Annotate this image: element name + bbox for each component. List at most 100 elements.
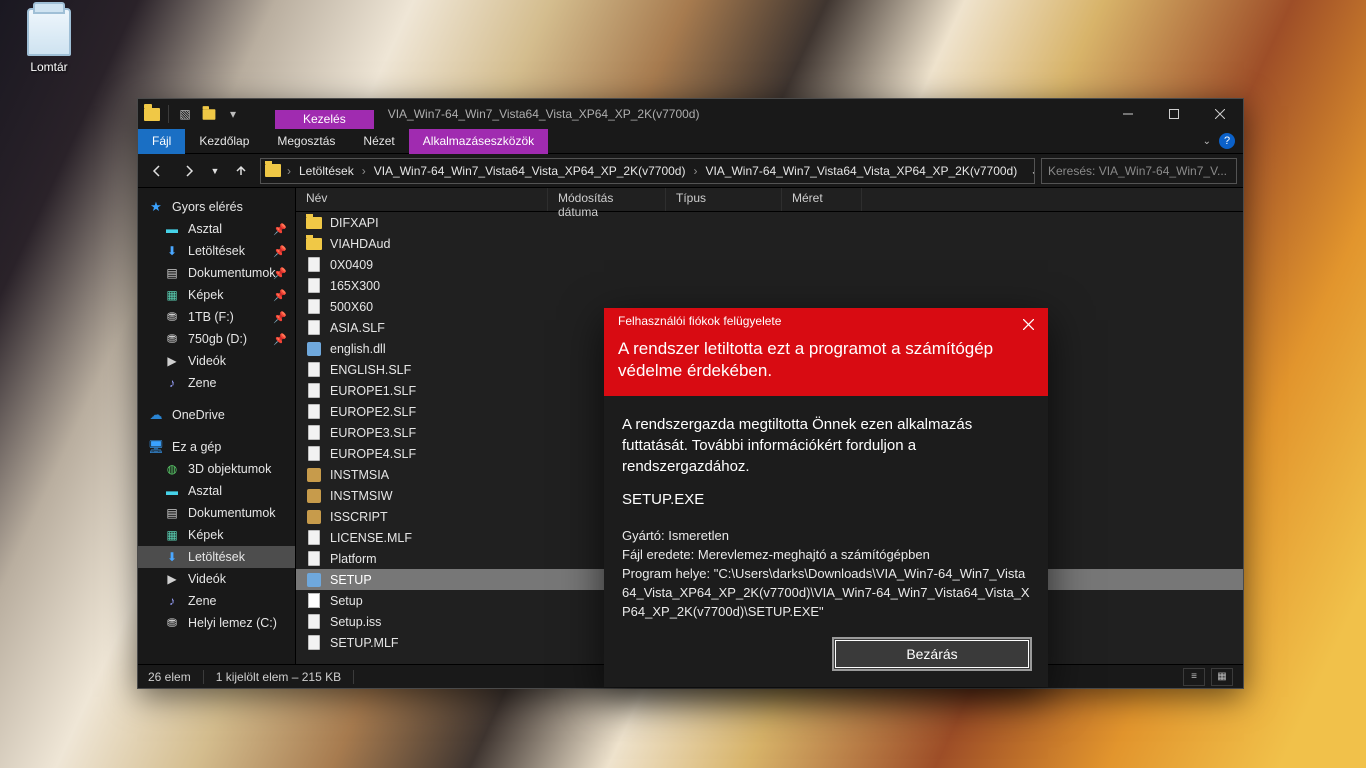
recycle-bin-label: Lomtár <box>12 60 86 74</box>
sidebar-item[interactable]: ▤Dokumentumok <box>138 502 295 524</box>
video-icon: ▶ <box>164 353 180 369</box>
maximize-button[interactable] <box>1151 99 1197 129</box>
tab-apptools[interactable]: Alkalmazáseszközök <box>409 129 548 154</box>
breadcrumb[interactable]: VIA_Win7-64_Win7_Vista64_Vista_XP64_XP_2… <box>701 164 1021 178</box>
sidebar-group-header[interactable]: ★Gyors elérés <box>138 196 295 218</box>
tab-view[interactable]: Nézet <box>349 129 408 154</box>
desktop-icon-recycle-bin[interactable]: Lomtár <box>12 8 86 74</box>
sidebar-item-label: 750gb (D:) <box>188 332 247 346</box>
sidebar-item-label: 1TB (F:) <box>188 310 234 324</box>
ribbon-collapse-icon[interactable]: ⌄ <box>1203 136 1211 147</box>
sidebar-item[interactable]: ♪Zene <box>138 590 295 612</box>
folder-icon <box>306 215 322 231</box>
ribbon-tabs: Fájl Kezdőlap Megosztás Nézet Alkalmazás… <box>138 129 1243 154</box>
file-name: Platform <box>330 552 377 566</box>
chevron-right-icon[interactable]: › <box>693 164 697 178</box>
sidebar-group-header[interactable]: ☁OneDrive <box>138 404 295 426</box>
qat-dropdown-icon[interactable]: ▾ <box>225 106 241 122</box>
qat-newfolder-icon[interactable] <box>201 106 217 122</box>
file-icon <box>306 551 322 567</box>
cloud-icon: ☁ <box>148 407 164 423</box>
breadcrumb[interactable]: Letöltések <box>295 164 358 178</box>
file-row[interactable]: DIFXAPI <box>296 212 1243 233</box>
tab-file[interactable]: Fájl <box>138 129 185 154</box>
sidebar-item-label: 3D objektumok <box>188 462 271 476</box>
column-modified[interactable]: Módosítás dátuma <box>548 188 666 211</box>
video-icon: ▶ <box>164 571 180 587</box>
titlebar[interactable]: ▧ ▾ Kezelés VIA_Win7-64_Win7_Vista64_Vis… <box>138 99 1243 129</box>
sidebar-item[interactable]: ◍3D objektumok <box>138 458 295 480</box>
file-name: 0X0409 <box>330 258 373 272</box>
nav-up-button[interactable] <box>228 158 254 184</box>
column-size[interactable]: Méret <box>782 188 862 211</box>
tab-home[interactable]: Kezdőlap <box>185 129 263 154</box>
sidebar-item[interactable]: ▬Asztal <box>138 480 295 502</box>
desktop-icon: ▬ <box>164 483 180 499</box>
file-row[interactable]: 0X0409 <box>296 254 1243 275</box>
nav-back-button[interactable] <box>144 158 170 184</box>
recycle-bin-icon <box>27 8 71 56</box>
close-button[interactable] <box>1197 99 1243 129</box>
column-type[interactable]: Típus <box>666 188 782 211</box>
chevron-right-icon[interactable]: › <box>287 164 291 178</box>
sidebar-item[interactable]: ⛃750gb (D:)📌 <box>138 328 295 350</box>
uac-close-icon[interactable] <box>1014 312 1042 336</box>
sidebar-item-label: Helyi lemez (C:) <box>188 616 277 630</box>
sidebar-group-header[interactable]: 🖥Ez a gép <box>138 436 295 458</box>
address-bar[interactable]: › Letöltések › VIA_Win7-64_Win7_Vista64_… <box>260 158 1035 184</box>
ribbon-contextual-tabs: Kezelés <box>275 99 374 129</box>
sidebar-item[interactable]: ⬇Letöltések📌 <box>138 240 295 262</box>
sidebar-item[interactable]: ♪Zene <box>138 372 295 394</box>
pin-icon: 📌 <box>273 223 287 236</box>
uac-caption: Felhasználói fiókok felügyelete <box>618 314 1034 328</box>
sidebar-item[interactable]: ⛃Helyi lemez (C:) <box>138 612 295 634</box>
search-input[interactable] <box>1048 164 1230 178</box>
sidebar-item[interactable]: ▶ Videók <box>138 350 295 372</box>
qat-properties-icon[interactable]: ▧ <box>177 106 193 122</box>
view-icons-button[interactable]: ▦ <box>1211 668 1233 686</box>
tab-share[interactable]: Megosztás <box>263 129 349 154</box>
sidebar-item[interactable]: ⛃1TB (F:)📌 <box>138 306 295 328</box>
sidebar-item-label: Zene <box>188 594 217 608</box>
uac-message: A rendszergazda megtiltotta Önnek ezen a… <box>622 414 1030 477</box>
nav-toolbar: ▼ › Letöltések › VIA_Win7-64_Win7_Vista6… <box>138 154 1243 188</box>
file-name: Setup <box>330 594 363 608</box>
pic-icon: ▦ <box>164 287 180 303</box>
nav-forward-button[interactable] <box>176 158 202 184</box>
search-box[interactable] <box>1041 158 1237 184</box>
file-name: SETUP <box>330 573 372 587</box>
sidebar-item[interactable]: ▦Képek📌 <box>138 284 295 306</box>
file-row[interactable]: 165X300 <box>296 275 1243 296</box>
sidebar-item[interactable]: ▶Videók <box>138 568 295 590</box>
file-name: ISSCRIPT <box>330 510 388 524</box>
minimize-button[interactable] <box>1105 99 1151 129</box>
file-icon <box>306 362 322 378</box>
uac-path: Program helye: "C:\Users\darks\Downloads… <box>622 564 1030 621</box>
file-name: INSTMSIA <box>330 468 389 482</box>
sidebar-item-label: Dokumentumok <box>188 266 276 280</box>
sidebar-item-label: Letöltések <box>188 550 245 564</box>
address-dropdown-icon[interactable]: ⌄ <box>1025 164 1035 178</box>
view-details-button[interactable]: ≡ <box>1183 668 1205 686</box>
sidebar-item[interactable]: ▦Képek <box>138 524 295 546</box>
uac-origin: Fájl eredete: Merevlemez-meghajtó a szám… <box>622 545 1030 564</box>
sidebar-item[interactable]: ⬇Letöltések <box>138 546 295 568</box>
sidebar-item[interactable]: ▤ Dokumentumok📌 <box>138 262 295 284</box>
chevron-right-icon[interactable]: › <box>362 164 366 178</box>
file-row[interactable]: VIAHDAud <box>296 233 1243 254</box>
nav-pane[interactable]: ★Gyors elérés▬Asztal📌⬇Letöltések📌▤Dokume… <box>138 188 296 664</box>
breadcrumb[interactable]: VIA_Win7-64_Win7_Vista64_Vista_XP64_XP_2… <box>370 164 690 178</box>
file-icon <box>306 257 322 273</box>
help-icon[interactable]: ? <box>1219 133 1235 149</box>
ribbon-context-manage[interactable]: Kezelés <box>275 110 374 129</box>
sidebar-item[interactable]: ▬Asztal📌 <box>138 218 295 240</box>
sidebar-item-label: Videók <box>188 354 226 368</box>
file-icon <box>306 425 322 441</box>
doc-icon: ▤ <box>164 265 180 281</box>
column-name[interactable]: Név <box>296 188 548 211</box>
status-count: 26 elem <box>148 670 191 684</box>
pin-icon: 📌 <box>273 267 287 280</box>
music-icon: ♪ <box>164 375 180 391</box>
uac-close-button[interactable]: Bezárás <box>832 637 1032 671</box>
nav-recent-dropdown[interactable]: ▼ <box>208 158 222 184</box>
